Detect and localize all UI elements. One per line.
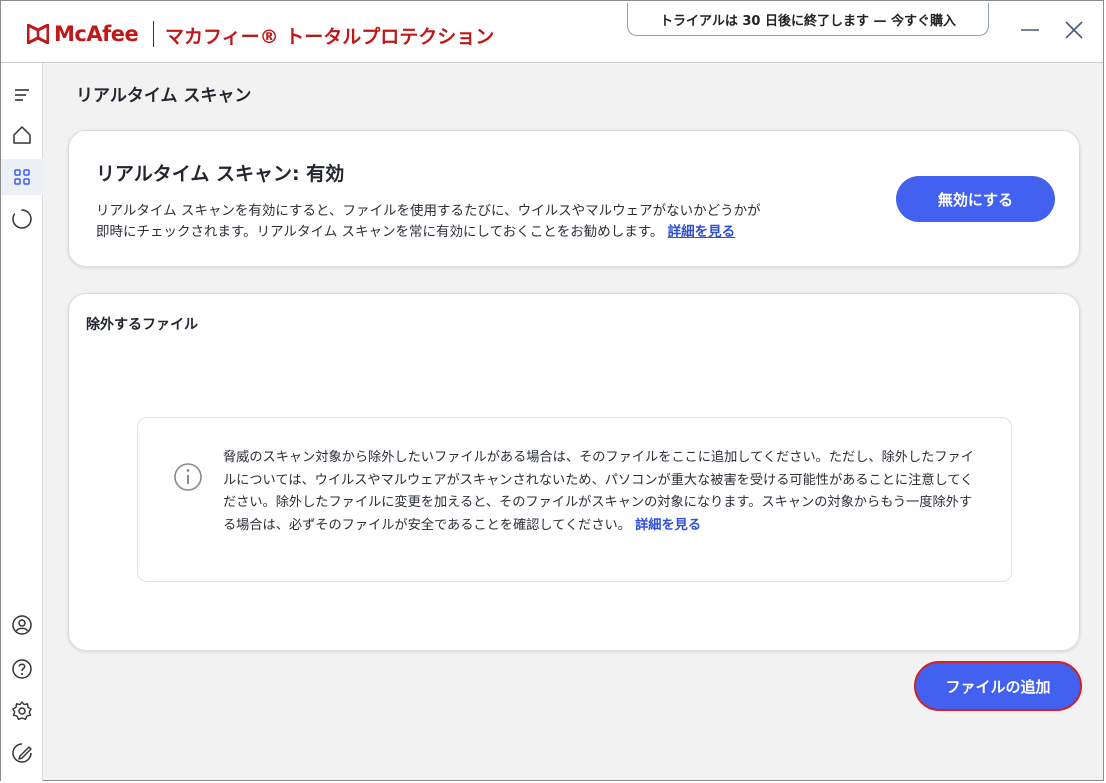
account-icon [12,615,32,635]
menu-icon [15,89,29,101]
title-bar: McAfee マカフィー® トータルプロテクション トライアルは 30 日後に終… [1,1,1103,63]
sidebar-scan-button[interactable] [1,201,43,237]
main-content: リアルタイム スキャン リアルタイム スキャン: 有効 リアルタイム スキャンを… [43,63,1103,781]
status-description-line1: リアルタイム スキャンを有効にすると、ファイルを使用するたびに、ウイルスやマルウ… [96,203,761,219]
exclusions-info-body: 脅威のスキャン対象から除外したいファイルがある場合は、そのファイルをここに追加し… [223,450,974,533]
sidebar-help-button[interactable] [1,651,43,687]
exclusions-card: 除外するファイル 脅威のスキャン対象から除外したいファイルがある場合は、そのファ… [68,293,1080,651]
status-description: リアルタイム スキャンを有効にすると、ファイルを使用するたびに、ウイルスやマルウ… [96,201,856,243]
sidebar-apps-button[interactable] [1,159,43,195]
feedback-icon [12,743,32,763]
sidebar-account-button[interactable] [1,607,43,643]
app-window: McAfee マカフィー® トータルプロテクション トライアルは 30 日後に終… [0,0,1104,781]
help-icon [12,659,32,679]
close-button[interactable] [1059,15,1089,45]
sidebar [1,63,43,781]
page-title: リアルタイム スキャン [76,86,252,106]
product-name: マカフィー® トータルプロテクション [165,26,495,48]
status-card: リアルタイム スキャン: 有効 リアルタイム スキャンを有効にすると、ファイルを… [68,130,1080,267]
exclusions-info-text: 脅威のスキャン対象から除外したいファイルがある場合は、そのファイルをここに追加し… [223,447,983,537]
status-learn-more-link[interactable]: 詳細を見る [668,224,736,240]
exclusions-learn-more-link[interactable]: 詳細を見る [635,518,701,533]
title-divider [153,21,154,47]
settings-icon [12,701,32,720]
sidebar-menu-button[interactable] [1,77,43,113]
status-title: リアルタイム スキャン: 有効 [96,163,345,185]
disable-button[interactable]: 無効にする [896,176,1055,222]
sidebar-home-button[interactable] [1,117,43,153]
apps-grid-icon [14,169,30,185]
sidebar-feedback-button[interactable] [1,735,43,771]
trial-banner-link[interactable]: トライアルは 30 日後に終了します — 今すぐ購入 [627,3,989,36]
exclusions-title: 除外するファイル [86,317,198,333]
sidebar-settings-button[interactable] [1,693,43,729]
brand-name: McAfee [54,22,139,46]
minimize-button[interactable] [1015,15,1045,45]
add-file-button[interactable]: ファイルの追加 [914,661,1082,711]
info-icon [174,463,202,491]
home-icon [13,126,31,144]
close-icon [1065,21,1083,39]
minimize-icon [1021,29,1039,31]
circle-loading-icon [12,209,32,229]
mcafee-shield-icon [27,24,49,44]
exclusions-info-box: 脅威のスキャン対象から除外したいファイルがある場合は、そのファイルをここに追加し… [137,417,1012,582]
status-description-line2: 即時にチェックされます。リアルタイム スキャンを常に有効にしておくことをお勧めし… [96,224,664,240]
mcafee-logo: McAfee [27,21,139,47]
